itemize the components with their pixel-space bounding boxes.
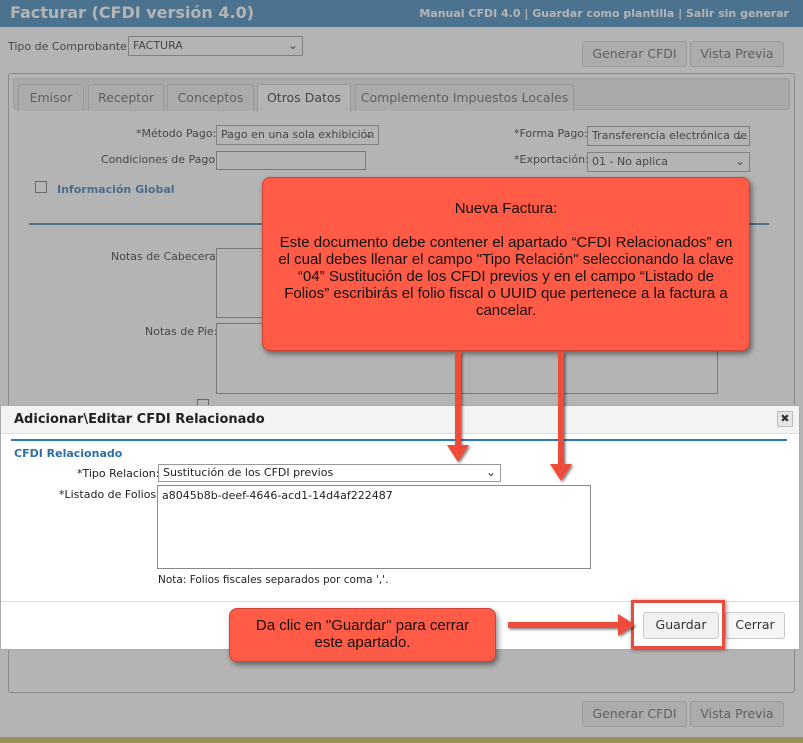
tipo-comprobante-value: FACTURA	[133, 39, 183, 52]
link-manual[interactable]: Manual CFDI 4.0	[419, 7, 520, 20]
tipo-comprobante-label: Tipo de Comprobante:	[8, 40, 131, 53]
generar-cfdi-button[interactable]: Generar CFDI	[582, 41, 687, 67]
folios-note: Nota: Folios fiscales separados por coma…	[158, 574, 389, 586]
title-bar: Facturar (CFDI versión 4.0) Manual CFDI …	[0, 0, 803, 27]
tipo-relacion-label: *Tipo Relacion:	[77, 467, 160, 480]
notas-cabecera-label: Notas de Cabecera:	[111, 250, 220, 263]
metodo-pago-label: *Método Pago:	[136, 127, 217, 140]
forma-pago-value: Transferencia electrónica de fondos	[592, 129, 749, 142]
callout-body: Este documento debe contener el apartado…	[278, 234, 734, 319]
tipo-comprobante-select[interactable]: FACTURA ⌄	[128, 36, 303, 56]
condiciones-pago-input[interactable]	[216, 151, 366, 170]
cfdi-relacionado-section: CFDI Relacionado	[14, 447, 123, 460]
generar-cfdi-bottom-button[interactable]: Generar CFDI	[582, 701, 687, 727]
tab-conceptos[interactable]: Conceptos	[167, 84, 254, 111]
forma-pago-label: *Forma Pago:	[514, 127, 588, 140]
chevron-down-icon: ⌄	[734, 128, 745, 142]
informacion-global-label: Información Global	[57, 183, 175, 196]
folios-value: a8045b8b-deef-4646-acd1-14d4af222487	[162, 489, 393, 502]
header-links: Manual CFDI 4.0 | Guardar como plantilla…	[419, 7, 789, 20]
notas-pie-label: Notas de Pie:	[145, 325, 218, 338]
dialog-title: Adicionar\Editar CFDI Relacionado	[14, 412, 265, 427]
tab-complemento-impuestos[interactable]: Complemento Impuestos Locales	[355, 84, 574, 111]
link-separator: |	[520, 7, 533, 20]
tab-emisor[interactable]: Emisor	[18, 84, 84, 111]
vista-previa-button[interactable]: Vista Previa	[690, 41, 784, 67]
instruction-callout: Nueva Factura: Este documento debe conte…	[262, 177, 750, 351]
listado-folios-label: *Listado de Folios:	[59, 488, 160, 501]
page-title: Facturar (CFDI versión 4.0)	[10, 3, 255, 22]
dialog-divider	[11, 439, 787, 441]
exportacion-label: *Exportación:	[514, 153, 589, 166]
tab-bar: Emisor Receptor Conceptos Otros Datos Co…	[13, 78, 790, 112]
informacion-global-checkbox[interactable]	[35, 181, 47, 193]
footer-strip	[0, 737, 803, 743]
condiciones-pago-label: Condiciones de Pago:	[101, 153, 219, 166]
dialog-header: Adicionar\Editar CFDI Relacionado ✖	[1, 406, 799, 434]
link-salir[interactable]: Salir sin generar	[686, 7, 789, 20]
chevron-down-icon: ⌄	[363, 127, 374, 141]
metodo-pago-value: Pago en una sola exhibición	[221, 128, 375, 141]
listado-folios-textarea[interactable]: a8045b8b-deef-4646-acd1-14d4af222487	[157, 485, 591, 569]
cerrar-button[interactable]: Cerrar	[725, 612, 785, 639]
tipo-relacion-value: Sustitución de los CFDI previos	[163, 466, 334, 479]
chevron-down-icon: ⌄	[734, 154, 745, 168]
exportacion-value: 01 - No aplica	[592, 155, 669, 168]
link-separator: |	[674, 7, 686, 20]
guardar-callout: Da clic en "Guardar" para cerrar este ap…	[229, 608, 496, 662]
chevron-down-icon: ⌄	[287, 38, 298, 52]
guardar-highlight	[631, 600, 725, 649]
guardar-callout-text: Da clic en "Guardar" para cerrar este ap…	[255, 617, 470, 651]
tipo-relacion-select[interactable]: Sustitución de los CFDI previos ⌄	[158, 464, 501, 482]
close-icon[interactable]: ✖	[777, 411, 793, 427]
metodo-pago-select[interactable]: Pago en una sola exhibición ⌄	[216, 125, 379, 145]
forma-pago-select[interactable]: Transferencia electrónica de fondos ⌄	[587, 126, 750, 146]
link-guardar-plantilla[interactable]: Guardar como plantilla	[532, 7, 674, 20]
exportacion-select[interactable]: 01 - No aplica ⌄	[587, 152, 750, 172]
vista-previa-bottom-button[interactable]: Vista Previa	[690, 701, 784, 727]
tab-otros-datos[interactable]: Otros Datos	[257, 84, 351, 112]
callout-title: Nueva Factura:	[454, 200, 558, 217]
chevron-down-icon: ⌄	[485, 465, 496, 479]
tab-receptor[interactable]: Receptor	[88, 84, 164, 111]
